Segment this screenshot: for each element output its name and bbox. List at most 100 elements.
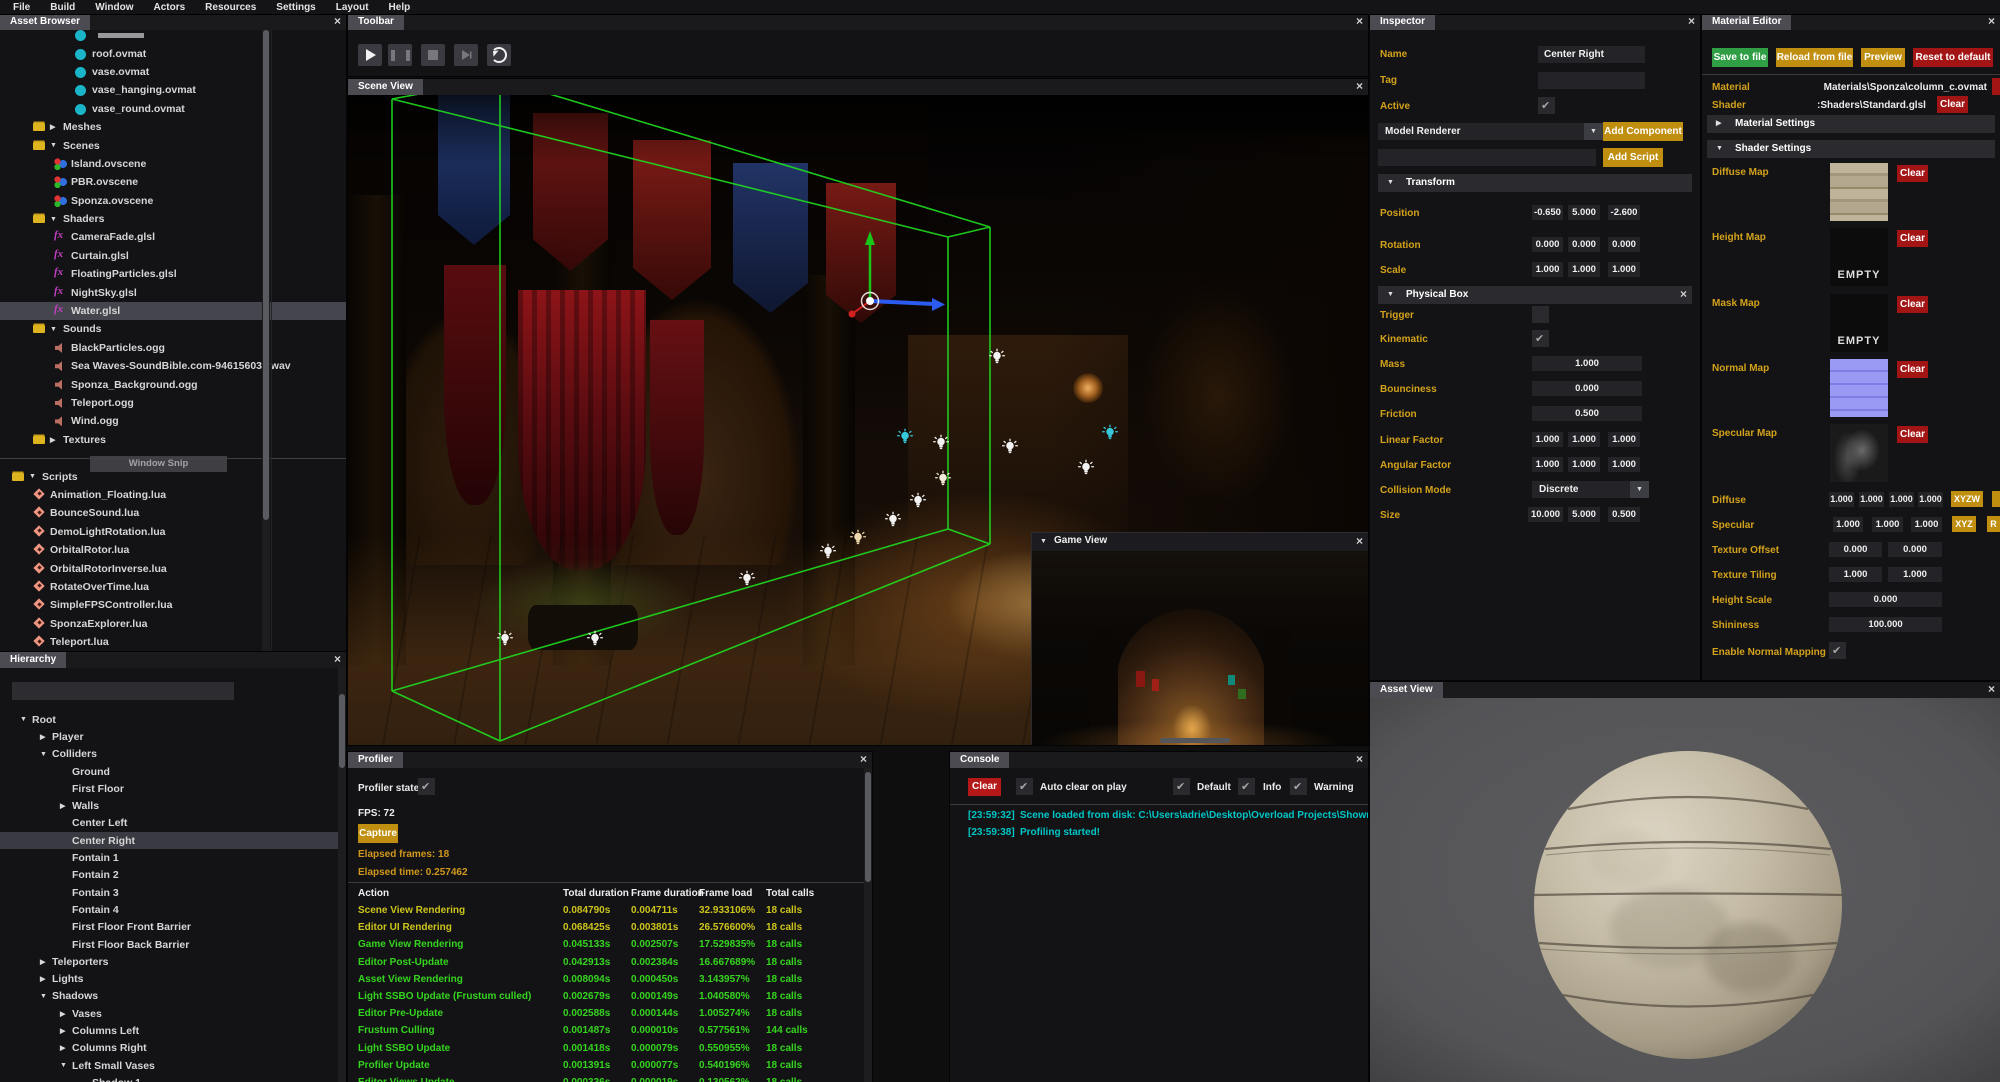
close-icon[interactable] [1356,14,1363,30]
profiler-scrollbar[interactable] [864,768,872,1082]
scene-viewport[interactable]: Game View [348,95,1368,745]
menu-item[interactable]: File [6,2,37,13]
profiler-row[interactable]: Editor Views Update 0.000336s 0.000019s … [348,1076,864,1082]
tree-item[interactable]: FloatingParticles.glsl [0,265,346,283]
size-y[interactable]: 5.000 [1568,507,1600,522]
hierarchy-item[interactable]: ▼ Left Small Vases [0,1057,346,1074]
step-frame-button[interactable] [454,44,478,66]
angular-y[interactable]: 1.000 [1568,457,1600,472]
material-settings-header[interactable]: Material Settings [1707,115,1995,133]
hierarchy-search-input[interactable] [12,682,234,700]
expand-arrow-icon[interactable]: ▼ [29,473,42,480]
map-clear-button[interactable]: Clear [1897,426,1928,443]
tree-item[interactable]: vase.ovmat [0,63,346,81]
enable-normal-mapping-checkbox[interactable] [1829,642,1846,659]
hierarchy-item[interactable]: ▶ Columns Left [0,1022,346,1039]
texture-thumbnail[interactable] [1830,424,1888,482]
trigger-checkbox[interactable] [1532,306,1549,323]
specular-xyz-toggle[interactable]: XYZ [1952,516,1976,532]
profiler-row[interactable]: Asset View Rendering 0.008094s 0.000450s… [348,973,864,990]
expand-arrow-icon[interactable]: ▶ [40,975,52,983]
hierarchy-item[interactable]: First Floor [0,780,346,797]
profiler-row[interactable]: Scene View Rendering 0.084790s 0.004711s… [348,904,864,921]
tree-item[interactable]: BounceSound.lua [0,504,346,522]
tab-scene-view[interactable]: Scene View [348,79,423,95]
specular-rgb-toggle-clipped[interactable]: R [1987,516,2000,532]
tab-profiler[interactable]: Profiler [348,752,403,768]
tree-item[interactable]: ▶ Textures [0,431,346,449]
tree-item[interactable]: Teleport.lua [0,633,346,651]
shininess-field[interactable]: 100.000 [1829,617,1942,632]
profiler-row[interactable]: Editor Pre-Update 0.002588s 0.000144s 1.… [348,1007,864,1024]
physical-box-section-header[interactable]: Physical Box [1378,286,1692,304]
tree-item[interactable]: vase_round.ovmat [0,100,346,118]
expand-arrow-icon[interactable]: ▶ [60,802,72,810]
game-viewport[interactable] [1032,551,1368,745]
hierarchy-item[interactable]: First Floor Back Barrier [0,936,346,953]
diffuse-rgba-toggle-clipped[interactable] [1992,491,2000,507]
menu-item[interactable]: Window [88,2,140,13]
hierarchy-item[interactable]: ▼ Shadows [0,988,346,1005]
expand-arrow-icon[interactable]: ▶ [60,1044,72,1052]
preview-button[interactable]: Preview [1861,48,1905,67]
menu-item[interactable]: Actors [146,2,192,13]
scale-y[interactable]: 1.000 [1568,262,1600,277]
close-icon[interactable] [1356,752,1363,768]
shader-clear-button[interactable]: Clear [1937,96,1968,113]
expand-arrow-icon[interactable]: ▶ [50,436,63,444]
auto-clear-checkbox[interactable] [1016,778,1033,795]
tree-item[interactable]: PBR.ovscene [0,173,346,191]
log-line[interactable]: [23:59:32] Scene loaded from disk: C:\Us… [950,810,1368,827]
hierarchy-item[interactable]: ▶ Lights [0,970,346,987]
specular-r[interactable]: 1.000 [1833,517,1863,532]
mass-field[interactable]: 1.000 [1532,356,1642,371]
close-icon[interactable] [1988,14,1995,30]
angular-z[interactable]: 1.000 [1608,457,1640,472]
close-icon[interactable] [1688,14,1695,30]
linear-z[interactable]: 1.000 [1608,432,1640,447]
texture-offset-y[interactable]: 0.000 [1888,542,1942,557]
close-icon[interactable] [334,652,341,668]
menu-item[interactable]: Resources [198,2,263,13]
tree-item[interactable]: Water.glsl [0,302,346,320]
collapse-arrow-icon[interactable] [1040,535,1047,549]
tree-item[interactable]: Animation_Floating.lua [0,486,346,504]
diffuse-g[interactable]: 1.000 [1859,492,1884,507]
reload-from-file-button[interactable]: Reload from file [1776,48,1853,67]
transform-section-header[interactable]: Transform [1378,174,1692,192]
diffuse-a[interactable]: 1.000 [1918,492,1943,507]
diffuse-xyzw-toggle[interactable]: XYZW [1951,491,1983,507]
linear-x[interactable]: 1.000 [1532,432,1563,447]
hierarchy-item[interactable]: ▶ Vases [0,1005,346,1022]
profiler-row[interactable]: Light SSBO Update (Frustum culled) 0.002… [348,990,864,1007]
rotation-x[interactable]: 0.000 [1532,237,1563,252]
tree-item[interactable]: CameraFade.glsl [0,228,346,246]
add-script-button[interactable]: Add Script [1603,148,1663,167]
menu-item[interactable]: Build [43,2,82,13]
profiler-row[interactable]: Game View Rendering 0.045133s 0.002507s … [348,938,864,955]
hierarchy-item[interactable]: Fontain 1 [0,849,346,866]
tree-item[interactable]: vase_hanging.ovmat [0,81,346,99]
collision-mode-dropdown[interactable]: Discrete [1532,481,1649,498]
texture-tiling-x[interactable]: 1.000 [1829,567,1882,582]
hierarchy-item[interactable]: ▶ Teleporters [0,953,346,970]
tab-toolbar[interactable]: Toolbar [348,14,404,30]
tree-item[interactable]: ▼ Sounds [0,320,346,338]
tree-item[interactable]: BlackParticles.ogg [0,339,346,357]
filter-default-checkbox[interactable] [1173,778,1190,795]
expand-arrow-icon[interactable]: ▼ [50,142,63,149]
hierarchy-item[interactable]: Ground [0,763,346,780]
size-x[interactable]: 10.000 [1528,507,1563,522]
expand-arrow-icon[interactable]: ▶ [60,1027,72,1035]
profiler-row[interactable]: Editor Post-Update 0.042913s 0.002384s 1… [348,956,864,973]
scale-x[interactable]: 1.000 [1532,262,1563,277]
hierarchy-item[interactable]: ▶ Walls [0,797,346,814]
tree-item[interactable]: Sea Waves-SoundBible.com-946156036.wav [0,357,346,375]
close-icon[interactable] [334,14,341,30]
tree-item[interactable]: RotateOverTime.lua [0,578,346,596]
linear-y[interactable]: 1.000 [1568,432,1600,447]
specular-g[interactable]: 1.000 [1872,517,1903,532]
tab-hierarchy[interactable]: Hierarchy [0,652,66,668]
tree-item[interactable]: DemoLightRotation.lua [0,523,346,541]
active-checkbox[interactable] [1538,97,1555,114]
